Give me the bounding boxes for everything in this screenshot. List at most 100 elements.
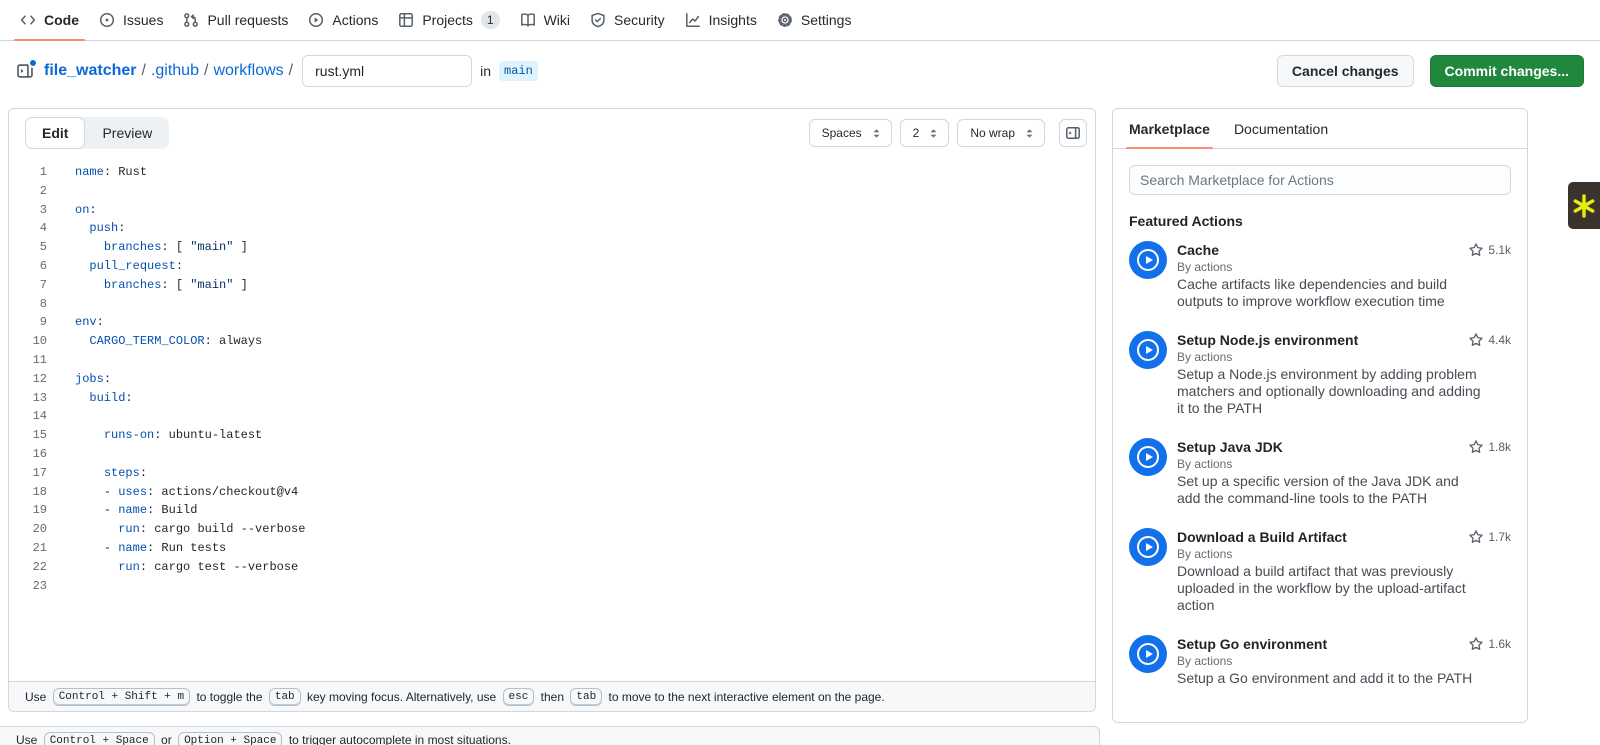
marketplace-item[interactable]: Cache By actions Cache artifacts like depe… — [1129, 241, 1511, 310]
code-line: 8 — [9, 295, 1095, 314]
nav-item-label: Pull requests — [207, 12, 289, 28]
action-description: Cache artifacts like dependencies and bu… — [1177, 276, 1448, 309]
commit-changes-button[interactable]: Commit changes... — [1429, 54, 1584, 87]
nav-item-projects[interactable]: Projects 1 — [390, 0, 507, 40]
nav-item-label: Issues — [123, 12, 164, 28]
line-number: 12 — [32, 371, 47, 386]
tab-edit[interactable]: Edit — [25, 117, 86, 149]
code-line-text: jobs: — [75, 371, 112, 386]
git-pull-request-icon — [183, 12, 199, 28]
breadcrumb-separator: / — [141, 61, 146, 79]
wrap-mode-value: No wrap — [970, 126, 1015, 140]
line-number: 23 — [32, 578, 47, 593]
nav-item-settings[interactable]: Settings — [769, 0, 860, 40]
line-number: 5 — [39, 240, 47, 255]
caret-updown-icon — [1023, 127, 1036, 140]
tab-preview[interactable]: Preview — [85, 117, 169, 149]
breadcrumb-separator: / — [288, 61, 294, 79]
marketplace-item-body: Cache By actions Cache artifacts like depe… — [1177, 241, 1511, 310]
code-line: 18 - uses: actions/checkout@v4 — [9, 483, 1095, 502]
tab-marketplace[interactable]: Marketplace — [1126, 109, 1213, 149]
filename-input[interactable] — [302, 54, 473, 87]
action-author: By actions — [1177, 457, 1233, 471]
marketplace-sidebar: Marketplace Documentation Featured Actio… — [1112, 108, 1528, 723]
nav-item-label: Actions — [332, 12, 379, 28]
breadcrumb-separator: / — [203, 61, 209, 79]
nav-item-security[interactable]: Security — [582, 0, 673, 40]
line-number: 10 — [32, 334, 47, 349]
code-lines: 1 name: Rust 2 3 on: 4 push: 5 branches: [ "ma… — [9, 163, 1095, 595]
nav-item-issues[interactable]: Issues — [91, 0, 171, 40]
code-line: 3 on: — [9, 201, 1095, 220]
star-count: 5.1k — [1468, 242, 1511, 258]
indent-mode-select[interactable]: Spaces — [808, 119, 892, 147]
marketplace-item[interactable]: Setup Node.js environment By actions Setup… — [1129, 331, 1511, 417]
nav-item-pull-requests[interactable]: Pull requests — [175, 0, 296, 40]
marketplace-item[interactable]: Setup Java JDK By actions Set up a specifi… — [1129, 438, 1511, 507]
file-breadcrumb-bar: file_watcher / .github / workflows / in … — [0, 41, 1600, 100]
breadcrumb-repo-link[interactable]: file_watcher — [44, 62, 136, 80]
editor-settings: Spaces 2 No wrap — [808, 119, 1087, 147]
code-line-text: pull_request: — [89, 258, 184, 273]
tab-documentation[interactable]: Documentation — [1234, 109, 1328, 148]
panel-toggle-icon — [1065, 125, 1081, 141]
action-description: Download a build artifact that was previ… — [1177, 563, 1466, 613]
action-author: By actions — [1177, 547, 1233, 561]
line-number: 21 — [32, 540, 47, 555]
nav-item-code[interactable]: Code — [12, 0, 87, 41]
code-line: 5 branches: [ "main" ] — [9, 238, 1095, 257]
indent-size-select[interactable]: 2 — [899, 119, 950, 147]
marketplace-search-input[interactable] — [1129, 165, 1511, 195]
file-tree-toggle-button[interactable] — [16, 57, 38, 80]
unsaved-changes-dot — [28, 57, 38, 68]
collapse-sidebar-button[interactable] — [1059, 119, 1087, 147]
code-editor[interactable]: 1 name: Rust 2 3 on: 4 push: 5 branches: [ "ma… — [9, 157, 1095, 681]
breadcrumb-dir-github[interactable]: .github — [151, 62, 199, 80]
nav-item-wiki[interactable]: Wiki — [512, 0, 578, 40]
code-icon — [20, 12, 36, 28]
star-count-value: 1.7k — [1488, 530, 1511, 544]
line-number: 13 — [32, 390, 47, 405]
marketplace-item[interactable]: Download a Build Artifact By actions Downl… — [1129, 528, 1511, 614]
marketplace-item-body: Setup Go environment By actions Setup a Go… — [1177, 635, 1511, 687]
marketplace-item-body: Download a Build Artifact By actions Downl… — [1177, 528, 1511, 614]
action-avatar-play-icon — [1129, 241, 1167, 279]
nav-item-actions[interactable]: Actions — [300, 0, 386, 40]
action-author: By actions — [1177, 654, 1233, 668]
code-line: 10 CARGO_TERM_COLOR: always — [9, 332, 1095, 351]
code-line-text: - name: Run tests — [75, 540, 227, 555]
action-avatar-play-icon — [1129, 635, 1167, 673]
code-line: 7 branches: [ "main" ] — [9, 276, 1095, 295]
branch-badge: main — [499, 60, 538, 81]
star-icon — [1468, 439, 1484, 455]
code-line-text: - uses: actions/checkout@v4 — [75, 484, 299, 499]
code-line: 6 pull_request: — [9, 257, 1095, 276]
cancel-changes-button[interactable]: Cancel changes — [1276, 54, 1414, 87]
nav-item-insights[interactable]: Insights — [677, 0, 765, 40]
line-number: 3 — [39, 202, 47, 217]
line-number: 15 — [32, 428, 47, 443]
play-icon — [308, 12, 324, 28]
code-line: 19 - name: Build — [9, 501, 1095, 520]
action-author: By actions — [1177, 350, 1233, 364]
focus-hint-bar: Use Control + Shift + m to toggle the ta… — [9, 681, 1095, 711]
line-number: 7 — [39, 277, 47, 292]
marketplace-item[interactable]: Setup Go environment By actions Setup a Go… — [1129, 635, 1511, 687]
action-title: Cache — [1177, 242, 1220, 258]
code-line: 11 — [9, 351, 1095, 370]
nav-item-label: Settings — [800, 12, 852, 28]
action-description: Setup a Go environment and add it to the… — [1177, 670, 1473, 686]
line-number: 8 — [39, 296, 47, 311]
wrap-mode-select[interactable]: No wrap — [957, 119, 1045, 147]
marketplace-item-body: Setup Java JDK By actions Set up a specifi… — [1177, 438, 1511, 507]
book-icon — [520, 12, 536, 28]
asterisk-icon — [1571, 193, 1597, 219]
nav-item-label: Projects — [422, 12, 473, 28]
extension-badge[interactable] — [1568, 182, 1600, 229]
code-line: 23 — [9, 577, 1095, 596]
code-line-text: name: Rust — [75, 165, 148, 179]
breadcrumb-dir-workflows[interactable]: workflows — [213, 62, 283, 80]
